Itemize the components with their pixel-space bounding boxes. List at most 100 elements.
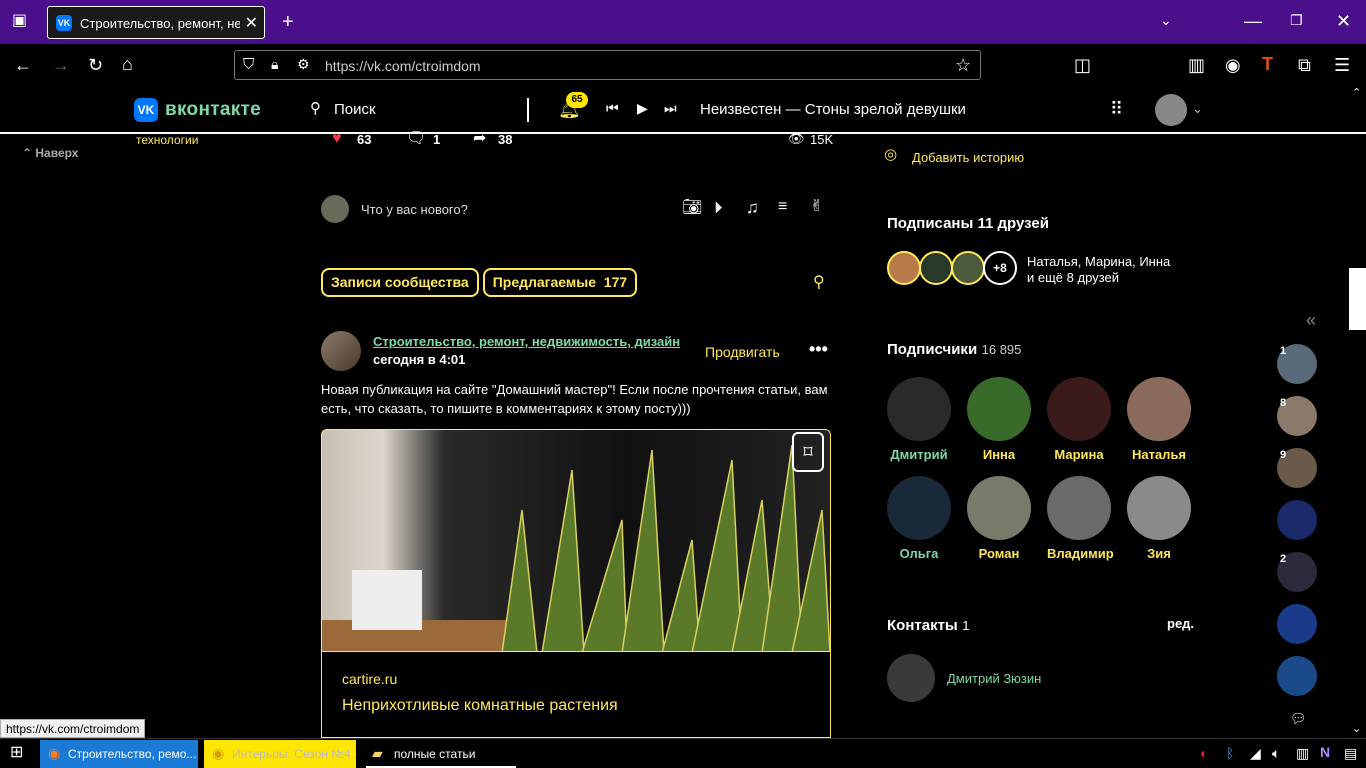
add-story-link[interactable]: Добавить историю	[912, 150, 1024, 165]
subscriber-item[interactable]: Инна	[967, 377, 1031, 462]
taskbar-item-firefox[interactable]: ◉ Строительство, ремо...	[40, 740, 198, 768]
subscriber-item[interactable]: Марина	[1047, 377, 1111, 462]
contacts-header[interactable]: Контакты 1	[887, 617, 969, 635]
restore-icon[interactable]: ❐	[1290, 13, 1303, 27]
more-options-icon[interactable]: •••	[809, 340, 828, 358]
new-tab-icon[interactable]: +	[282, 12, 294, 32]
contacts-edit-link[interactable]: ред.	[1167, 616, 1194, 631]
vk-logo-icon[interactable]: VK	[134, 98, 158, 122]
bookmark-icon[interactable]: ⌑	[792, 432, 824, 472]
subscribers-header[interactable]: Подписчики 16 895	[887, 341, 1021, 359]
vk-logo-text[interactable]: вконтакте	[165, 99, 261, 121]
snake-plant-image	[322, 444, 830, 651]
close-tab-icon[interactable]: ✕	[245, 13, 258, 33]
shield-icon[interactable]: ⛉	[243, 57, 254, 72]
tab-suggested-posts[interactable]: Предлагаемые 177	[482, 268, 638, 297]
tech-label[interactable]: технологии	[136, 133, 198, 147]
video-icon[interactable]: ⏵	[714, 199, 723, 216]
clip-icon[interactable]: ✌	[810, 199, 823, 215]
scroll-up-arrow-icon[interactable]: ⌃	[1352, 88, 1361, 99]
url-bar[interactable]: ⛉ 🔒︎ ⚙ https://vk.com/ctroimdom ☆	[234, 50, 981, 80]
pocket-icon[interactable]: ◫	[1074, 56, 1091, 74]
menu-icon[interactable]: ☰	[1334, 56, 1350, 74]
tray-app-icon[interactable]: ▥	[1296, 746, 1309, 760]
apps-grid-icon[interactable]: ⠿	[1110, 100, 1123, 118]
composer-input[interactable]: Что у вас нового?	[361, 202, 468, 217]
tab-list-icon[interactable]: ▣	[12, 13, 27, 29]
friend-avatar-1[interactable]	[887, 251, 921, 285]
subscriber-item[interactable]: Дмитрий	[887, 377, 951, 462]
collapse-rail-icon[interactable]: «	[1306, 311, 1316, 329]
friends-more-badge[interactable]: +8	[983, 251, 1017, 285]
windows-start-icon[interactable]: ⊞	[10, 745, 23, 761]
bookmark-star-icon[interactable]: ☆	[955, 56, 971, 74]
extension-t-icon[interactable]: T	[1262, 55, 1273, 73]
scroll-top-link[interactable]: ⌃ Наверх	[22, 146, 78, 160]
tray-network-icon[interactable]: ◢	[1250, 746, 1261, 760]
camera-icon[interactable]: 📷︎	[682, 200, 702, 216]
friends-title[interactable]: Подписаны 11 друзей	[887, 215, 1049, 232]
rail-scrollbar[interactable]	[1349, 268, 1366, 330]
tray-bluetooth-icon[interactable]: ᛒ	[1226, 746, 1234, 760]
lock-icon[interactable]: 🔒︎	[271, 57, 278, 71]
scroll-down-arrow-icon[interactable]: ⌄	[1352, 724, 1361, 735]
notifications-icon[interactable]: ▤	[1344, 746, 1357, 760]
back-icon[interactable]: ←	[14, 56, 32, 74]
share-icon[interactable]: ➦	[473, 131, 486, 147]
browser-tab[interactable]: VK Строительство, ремонт, недви ✕	[47, 6, 265, 39]
subscriber-item[interactable]: Ольга	[887, 476, 951, 561]
permissions-icon[interactable]: ⚙	[297, 57, 310, 71]
contact-name[interactable]: Дмитрий Зюзин	[947, 671, 1041, 686]
chat-icon[interactable]: 💬︎	[1290, 712, 1307, 725]
post-author-avatar[interactable]	[321, 331, 361, 371]
tray-volume-icon[interactable]: 🔈︎	[1272, 746, 1280, 760]
friend-avatar-2[interactable]	[919, 251, 953, 285]
subscriber-item[interactable]: Владимир	[1047, 476, 1114, 561]
extensions-icon[interactable]: ⧉	[1298, 56, 1311, 74]
prev-track-icon[interactable]: ⏮	[606, 101, 619, 115]
next-track-icon[interactable]: ⏭	[664, 101, 677, 115]
comment-count: 1	[433, 132, 441, 147]
account-icon[interactable]: ◉	[1225, 56, 1241, 74]
like-icon[interactable]: ♥	[332, 131, 342, 147]
taskbar-item-chrome[interactable]: ◉ Интерьры. Сезон №4...	[204, 740, 356, 768]
search-icon[interactable]: ⚲	[310, 101, 321, 116]
search-icon[interactable]: ⚲	[813, 275, 825, 291]
post-author-link[interactable]: Строительство, ремонт, недвижимость, диз…	[373, 334, 680, 349]
subscriber-avatar	[1047, 377, 1111, 441]
rail-chat-avatar[interactable]	[1277, 604, 1317, 644]
rail-chat-avatar[interactable]	[1277, 500, 1317, 540]
subscriber-item[interactable]: Наталья	[1127, 377, 1191, 462]
tray-antivirus-icon[interactable]: ◐	[1200, 746, 1208, 760]
taskbar-item-notepad[interactable]: ▰ полные статьи	[366, 740, 516, 768]
chevron-down-icon[interactable]: ⌄	[1160, 13, 1172, 27]
home-icon[interactable]: ⌂	[122, 55, 133, 73]
post-time[interactable]: сегодня в 4:01	[373, 352, 465, 367]
tab-community-posts[interactable]: Записи сообщества	[321, 268, 479, 297]
search-input[interactable]: Поиск	[334, 101, 376, 118]
tray-n-icon[interactable]: N	[1320, 745, 1330, 759]
subscriber-item[interactable]: Роман	[967, 476, 1031, 561]
comment-icon[interactable]: 🗨︎	[406, 131, 426, 147]
friends-names[interactable]: Наталья, Марина, Инна	[1027, 254, 1170, 269]
friend-avatar-3[interactable]	[951, 251, 985, 285]
reload-icon[interactable]: ↻	[88, 56, 103, 74]
user-avatar[interactable]	[1155, 94, 1187, 126]
post-image[interactable]: ⌑	[321, 429, 831, 652]
now-playing-track[interactable]: Неизвестен — Стоны зрелой девушки	[700, 101, 966, 118]
minimize-icon[interactable]: —	[1244, 12, 1262, 30]
article-icon[interactable]: ≡	[778, 199, 787, 215]
music-icon[interactable]: ♫	[746, 199, 759, 216]
play-icon[interactable]: ▶	[637, 101, 648, 115]
link-card[interactable]: cartire.ru Неприхотливые комнатные расте…	[321, 652, 831, 738]
promote-button[interactable]: Продвигать	[705, 344, 780, 360]
subscriber-item[interactable]: Зия	[1127, 476, 1191, 561]
contact-avatar[interactable]	[887, 654, 935, 702]
chevron-down-icon[interactable]: ⌄	[1192, 102, 1203, 115]
rail-chat-avatar[interactable]	[1277, 656, 1317, 696]
friends-more-text[interactable]: и ещё 8 друзей	[1027, 270, 1119, 285]
close-window-icon[interactable]: ✕	[1336, 12, 1351, 30]
subscriber-name: Дмитрий	[890, 447, 948, 462]
forward-icon[interactable]: →	[52, 56, 70, 74]
reader-view-icon[interactable]: ▥	[1188, 56, 1205, 74]
